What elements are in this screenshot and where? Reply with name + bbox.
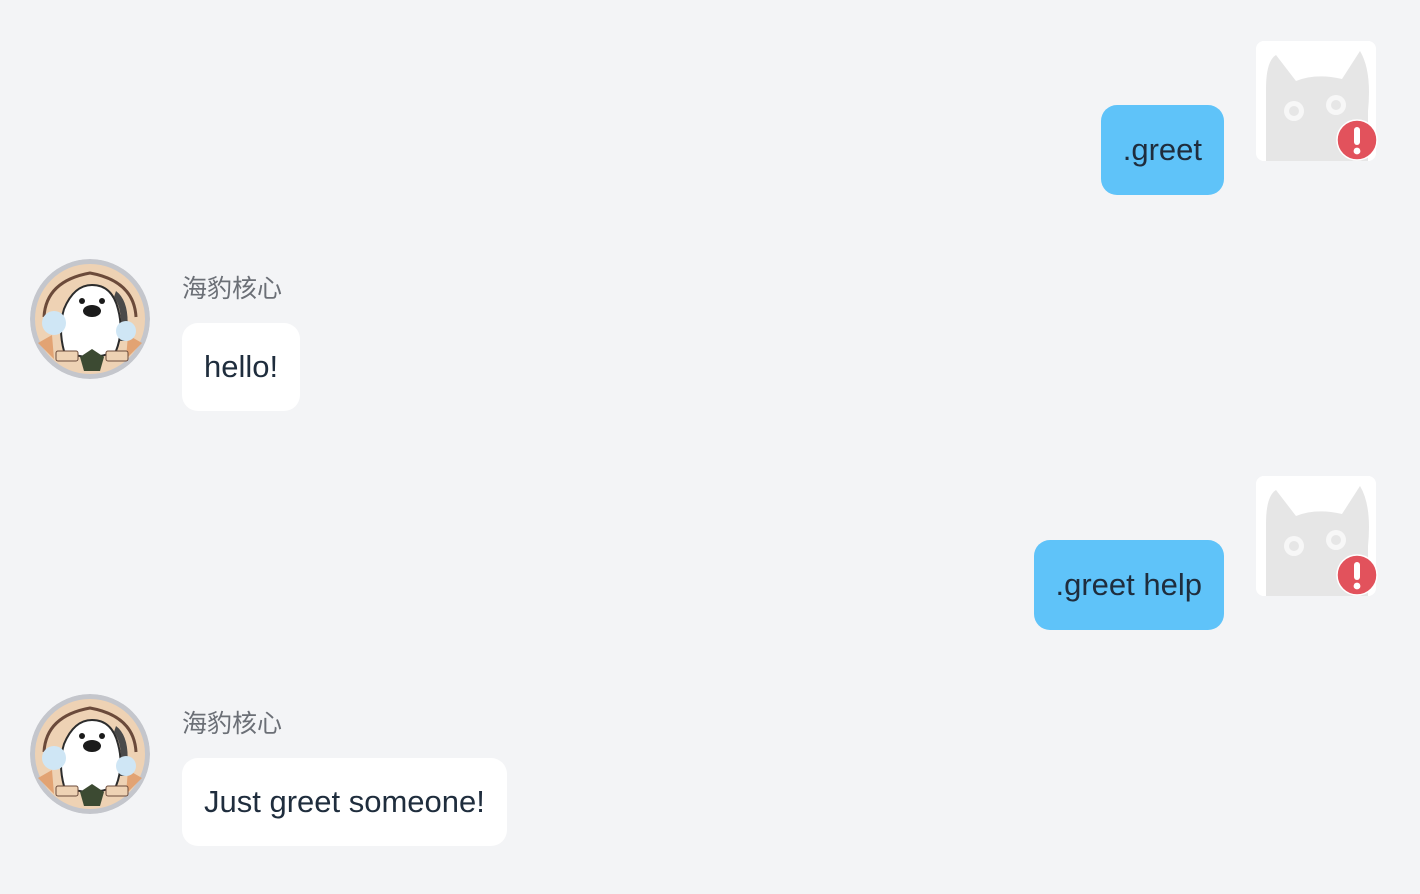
bot-avatar[interactable] bbox=[30, 694, 150, 814]
user-message-bubble[interactable]: .greet bbox=[1100, 105, 1224, 195]
error-icon[interactable] bbox=[1336, 554, 1378, 596]
user-avatar[interactable] bbox=[1256, 41, 1378, 161]
user-avatar[interactable] bbox=[1256, 476, 1378, 596]
bot-message-body: 海豹核心 hello! bbox=[182, 273, 301, 411]
bot-message: 海豹核心 hello! bbox=[30, 259, 301, 411]
sender-name: 海豹核心 bbox=[182, 275, 283, 303]
chat-log: .greet 海豹核心 hello! .greet help 海豹核心 Just… bbox=[0, 0, 1420, 894]
bot-message: 海豹核心 Just greet someone! bbox=[30, 694, 507, 846]
user-message: .greet help bbox=[1033, 476, 1378, 630]
seal-dice-logo bbox=[30, 259, 150, 379]
bot-avatar[interactable] bbox=[30, 259, 150, 379]
error-icon[interactable] bbox=[1336, 119, 1378, 161]
user-message-bubble[interactable]: .greet help bbox=[1033, 540, 1224, 630]
bot-message-bubble[interactable]: hello! bbox=[182, 323, 301, 411]
seal-dice-logo bbox=[30, 694, 150, 814]
bot-message-bubble[interactable]: Just greet someone! bbox=[182, 758, 507, 846]
user-message: .greet bbox=[1100, 41, 1378, 195]
sender-name: 海豹核心 bbox=[182, 710, 283, 738]
bot-message-body: 海豹核心 Just greet someone! bbox=[182, 708, 507, 846]
